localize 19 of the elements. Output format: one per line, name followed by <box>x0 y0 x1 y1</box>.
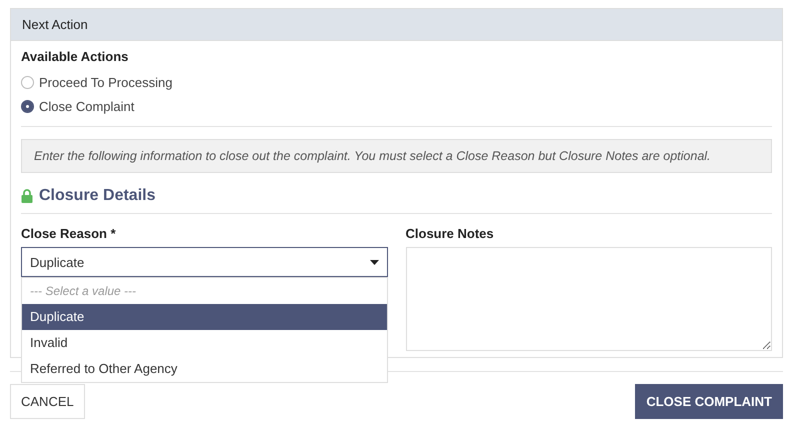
field-label: Close Reason * <box>21 226 117 241</box>
panel-title: Next Action <box>22 17 88 32</box>
dropdown-option[interactable]: Invalid <box>22 330 386 356</box>
closure-notes-field[interactable] <box>406 247 772 351</box>
field-label: Available Actions <box>21 49 130 64</box>
dropdown-option[interactable]: Referred to Other Agency <box>22 356 386 382</box>
radio-button[interactable] <box>21 100 34 112</box>
close-reason-dropdown[interactable]: Duplicate <box>21 247 388 277</box>
radio-button[interactable] <box>21 76 34 88</box>
radio-option[interactable]: Proceed To Processing <box>21 70 172 94</box>
radio-option[interactable]: Close Complaint <box>21 94 134 118</box>
dropdown-option[interactable]: Duplicate <box>22 304 386 330</box>
action-button[interactable]: CANCEL <box>10 384 85 419</box>
lock-icon <box>21 189 33 203</box>
action-button[interactable]: CLOSE COMPLAINT <box>635 384 783 419</box>
section-title: Closure Details <box>39 187 156 205</box>
info-message: Enter the following information to close out the complaint. You must select a Close Reason but Closure Notes are optional. <box>21 139 772 173</box>
caret-icon <box>370 260 378 264</box>
field-label: Closure Notes <box>406 226 495 241</box>
